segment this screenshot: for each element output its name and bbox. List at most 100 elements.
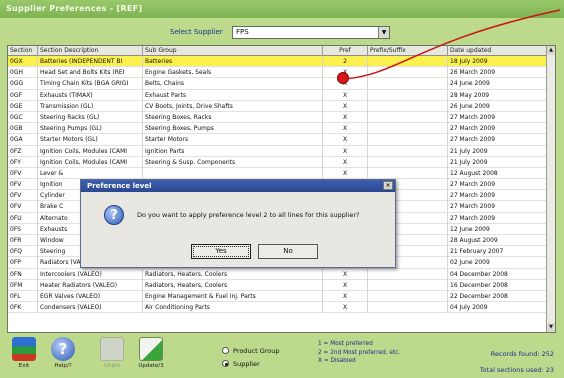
bottom-toolbar: Exit ? Help/? Unpin Update/3 Product Gro…	[0, 334, 564, 378]
column-header[interactable]: Section	[8, 46, 38, 56]
table-cell: 0FS	[8, 223, 38, 235]
update-button[interactable]: Update/3	[136, 337, 166, 376]
table-cell: X	[323, 156, 368, 168]
table-cell: 21 July 2009	[448, 145, 548, 157]
table-cell: 26 June 2009	[448, 100, 548, 112]
grid-header: Section Section Description Sub Group Pr…	[8, 46, 548, 56]
table-cell: Engine Management & Fuel Inj. Parts	[143, 290, 323, 302]
legend-line: 1 = Most preferred	[318, 341, 373, 347]
table-cell	[368, 268, 448, 280]
radio-label: Product Group	[233, 346, 280, 355]
table-cell: 27 March 2009	[448, 212, 548, 224]
exit-button[interactable]: Exit	[9, 337, 39, 376]
table-cell: 27 March 2009	[448, 179, 548, 191]
table-cell: 04 December 2008	[448, 268, 548, 280]
scroll-down-icon[interactable]: ▼	[547, 323, 555, 332]
dialog-title: Preference level ×	[81, 180, 395, 192]
table-cell: 0GG	[8, 78, 38, 90]
table-cell: 12 August 2008	[448, 167, 548, 179]
table-cell: 16 December 2008	[448, 279, 548, 291]
yes-button[interactable]: Yes	[191, 244, 251, 259]
window-title: Supplier Preferences - [REF]	[0, 0, 564, 18]
table-cell	[368, 279, 448, 291]
table-row[interactable]: 0GF Exhausts (TIMAX) Exhaust Parts X 28 May …	[8, 89, 548, 101]
table-cell: X	[323, 123, 368, 135]
records-found: Records found: 252	[490, 350, 554, 358]
update-label: Update/3	[138, 363, 164, 369]
radio-supplier[interactable]: Supplier	[222, 357, 280, 370]
table-row[interactable]: 0GB Steering Pumps (GL) Steering Boxes, Pu…	[8, 123, 548, 135]
radio-dot	[222, 347, 229, 354]
table-row[interactable]: 0FL EGR Valves (VALEO) Engine Management &…	[8, 290, 548, 303]
table-cell: Lever &	[38, 167, 143, 179]
chevron-down-icon[interactable]: ▼	[378, 27, 389, 38]
view-mode-group: Product Group Supplier	[222, 344, 280, 370]
unpin-icon	[100, 337, 124, 361]
table-row[interactable]: 0GH Head Set and Bolts Kits (REI Engine Ga…	[8, 67, 548, 79]
preference-legend: 1 = Most preferred 2 = 2nd Most preferre…	[318, 340, 400, 366]
table-cell: Ignition Coils, Modules (CAMI	[38, 156, 143, 168]
table-cell: 27 March 2009	[448, 123, 548, 135]
unpin-label: Unpin	[103, 363, 121, 369]
help-label: Help/?	[54, 363, 72, 369]
table-cell: X	[323, 145, 368, 157]
table-cell: Exhaust Parts	[143, 89, 323, 101]
table-row[interactable]: 0GC Steering Racks (GL) Steering Boxes, Ra…	[8, 111, 548, 124]
table-cell: X	[323, 279, 368, 291]
table-cell: 0FV	[8, 201, 38, 213]
table-row[interactable]: 0GG Timing Chain Kits (BGA GRIGI Belts, Ch…	[8, 78, 548, 90]
table-cell: Radiators, Heaters, Coolers	[143, 279, 323, 291]
table-cell	[368, 134, 448, 146]
table-cell: X	[323, 89, 368, 101]
table-row[interactable]: 0FV Lever & X 12 August 2008	[8, 167, 548, 180]
table-cell: 0GC	[8, 111, 38, 123]
column-header[interactable]: Prefix/Suffix	[368, 46, 448, 56]
table-cell: 0FU	[8, 212, 38, 224]
table-cell: Intercoolers (VALEO)	[38, 268, 143, 280]
column-header[interactable]: Date updated	[448, 46, 548, 56]
table-row[interactable]: 0FY Ignition Coils, Modules (CAMI Steering…	[8, 156, 548, 168]
column-header[interactable]: Sub Group	[143, 46, 323, 56]
radio-product-group[interactable]: Product Group	[222, 344, 280, 357]
table-cell: Ignition Parts	[143, 145, 323, 157]
table-cell	[368, 156, 448, 168]
unpin-button[interactable]: Unpin	[97, 337, 127, 376]
table-cell: 0FY	[8, 156, 38, 168]
table-cell: 0GF	[8, 89, 38, 101]
table-cell	[143, 167, 323, 179]
table-cell: 0FV	[8, 167, 38, 179]
table-row[interactable]: 0GX Batteries (INDEPENDENT BI Batteries 2 18…	[8, 56, 548, 68]
no-button[interactable]: No	[258, 244, 318, 259]
record-stats: Records found: 252 Total sections used: …	[480, 346, 554, 378]
close-icon[interactable]: ×	[383, 181, 393, 190]
annotation-marker	[337, 72, 349, 84]
table-row[interactable]: 0GA Starter Motors (GL) Starter Motors X 27 …	[8, 134, 548, 146]
table-row[interactable]: 0FZ Ignition Coils, Modules (CAMI Ignition…	[8, 145, 548, 157]
table-cell: 0FK	[8, 302, 38, 314]
table-cell: CV Boots, Joints, Drive Shafts	[143, 100, 323, 112]
table-cell	[368, 89, 448, 101]
table-cell: 0FM	[8, 279, 38, 291]
column-header[interactable]: Section Description	[38, 46, 143, 56]
exit-label: Exit	[18, 363, 30, 369]
supplier-value: FPS	[236, 28, 249, 36]
table-cell: 02 June 2009	[448, 257, 548, 269]
table-cell: X	[323, 111, 368, 123]
column-header[interactable]: Pref	[323, 46, 368, 56]
table-cell	[368, 100, 448, 112]
help-button[interactable]: ? Help/?	[48, 337, 78, 376]
table-row[interactable]: 0FN Intercoolers (VALEO) Radiators, Heater…	[8, 268, 548, 280]
table-cell: Steering Boxes, Pumps	[143, 123, 323, 135]
scroll-up-icon[interactable]: ▲	[547, 46, 555, 55]
table-cell	[368, 145, 448, 157]
table-cell: 0FR	[8, 235, 38, 246]
table-cell	[368, 56, 448, 67]
supplier-select[interactable]: FPS ▼	[232, 26, 390, 39]
vertical-scrollbar[interactable]: ▲ ▼	[546, 46, 555, 332]
table-row[interactable]: 0FK Condensers (VALEO) Air Conditioning Pa…	[8, 302, 548, 314]
table-cell	[368, 302, 448, 314]
exit-icon	[12, 337, 36, 361]
table-row[interactable]: 0GE Transmission (GL) CV Boots, Joints, Dr…	[8, 100, 548, 112]
table-cell: 04 July 2009	[448, 302, 548, 314]
table-row[interactable]: 0FM Heater Radiators (VALEO) Radiators, He…	[8, 279, 548, 291]
